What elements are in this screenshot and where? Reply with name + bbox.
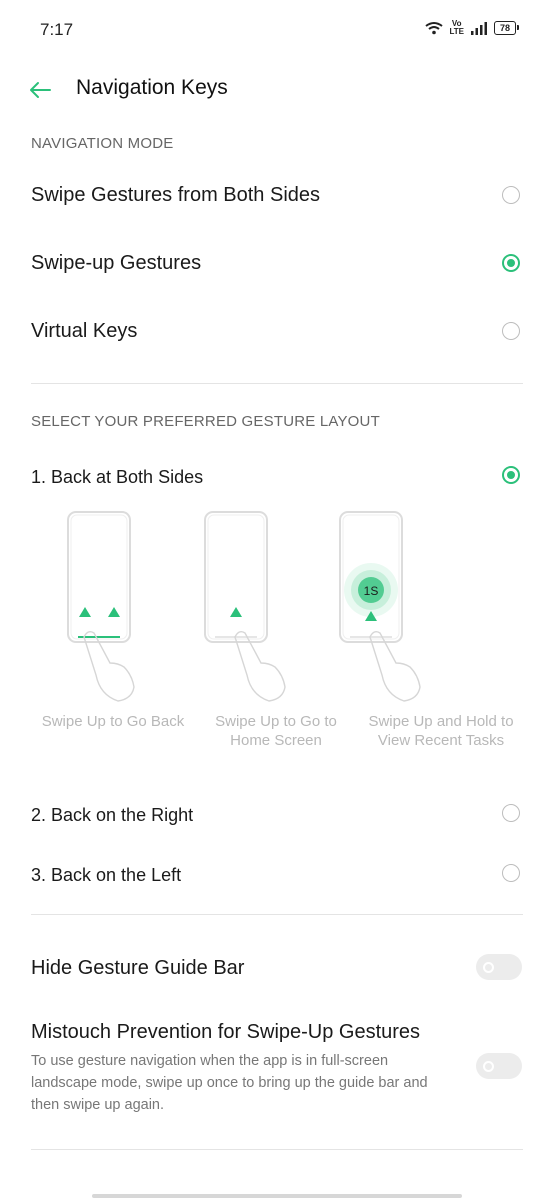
radio-button-checked[interactable]	[502, 254, 520, 272]
option-virtual-keys[interactable]: Virtual Keys	[0, 306, 554, 358]
layout-back-left[interactable]: 3. Back on the Left	[0, 850, 554, 898]
caption-go-back: Swipe Up to Go Back	[28, 712, 198, 731]
caption-home-screen: Swipe Up to Go to Home Screen	[196, 712, 356, 750]
phone-illustration-recents: 1S	[339, 511, 421, 702]
option-swipe-up[interactable]: Swipe-up Gestures	[0, 238, 554, 290]
option-label: Virtual Keys	[31, 320, 138, 342]
hide-guide-bar-toggle[interactable]	[476, 954, 522, 980]
gesture-illustrations: 1S	[67, 511, 421, 702]
option-label: Swipe Gestures from Both Sides	[31, 184, 321, 206]
navigation-mode-header: NAVIGATION MODE	[31, 135, 174, 152]
option-label: Swipe-up Gestures	[31, 252, 202, 274]
volte-bottom-label: LTE	[449, 27, 464, 36]
radio-button[interactable]	[502, 322, 520, 340]
hold-timer-label: 1S	[364, 584, 379, 598]
wifi-icon	[425, 22, 444, 35]
caption-line: Swipe Up to Go to	[215, 713, 337, 730]
page-title: Navigation Keys	[76, 76, 228, 99]
status-icons: Vo LTE 78	[425, 20, 519, 36]
layout-back-both-sides[interactable]: 1. Back at Both Sides	[0, 452, 554, 500]
option-label: 3. Back on the Left	[31, 865, 182, 885]
divider	[31, 914, 523, 915]
divider	[31, 1149, 523, 1150]
radio-button[interactable]	[502, 864, 520, 882]
layout-back-right[interactable]: 2. Back on the Right	[0, 790, 554, 838]
caption-recent-tasks: Swipe Up and Hold to View Recent Tasks	[354, 712, 528, 750]
hide-guide-bar-title: Hide Gesture Guide Bar	[31, 957, 245, 979]
caption-line: Swipe Up to Go Back	[41, 713, 185, 730]
caption-line: Home Screen	[230, 732, 322, 749]
mistouch-description: To use gesture navigation when the app i…	[31, 1053, 428, 1113]
radio-button[interactable]	[502, 804, 520, 822]
option-label: 1. Back at Both Sides	[31, 467, 204, 487]
system-navigation-bar[interactable]	[92, 1194, 462, 1198]
radio-button-checked[interactable]	[502, 466, 520, 484]
phone-illustration-home	[204, 511, 286, 702]
battery-icon: 78	[494, 21, 519, 35]
mistouch-title: Mistouch Prevention for Swipe-Up Gesture…	[31, 1021, 421, 1043]
volte-icon: Vo LTE	[449, 20, 464, 36]
signal-icon	[471, 21, 487, 35]
gesture-layout-header: SELECT YOUR PREFERRED GESTURE LAYOUT	[31, 413, 380, 430]
caption-line: View Recent Tasks	[377, 732, 505, 749]
phone-illustration-back	[67, 511, 135, 702]
option-swipe-both-sides[interactable]: Swipe Gestures from Both Sides	[0, 170, 554, 222]
arrow-left-icon	[30, 82, 51, 98]
status-time: 7:17	[40, 20, 74, 39]
divider	[31, 383, 523, 384]
back-button[interactable]	[22, 72, 58, 108]
option-label: 2. Back on the Right	[31, 805, 194, 825]
caption-line: Swipe Up and Hold to	[368, 713, 514, 730]
mistouch-toggle[interactable]	[476, 1053, 522, 1079]
radio-button[interactable]	[502, 186, 520, 204]
